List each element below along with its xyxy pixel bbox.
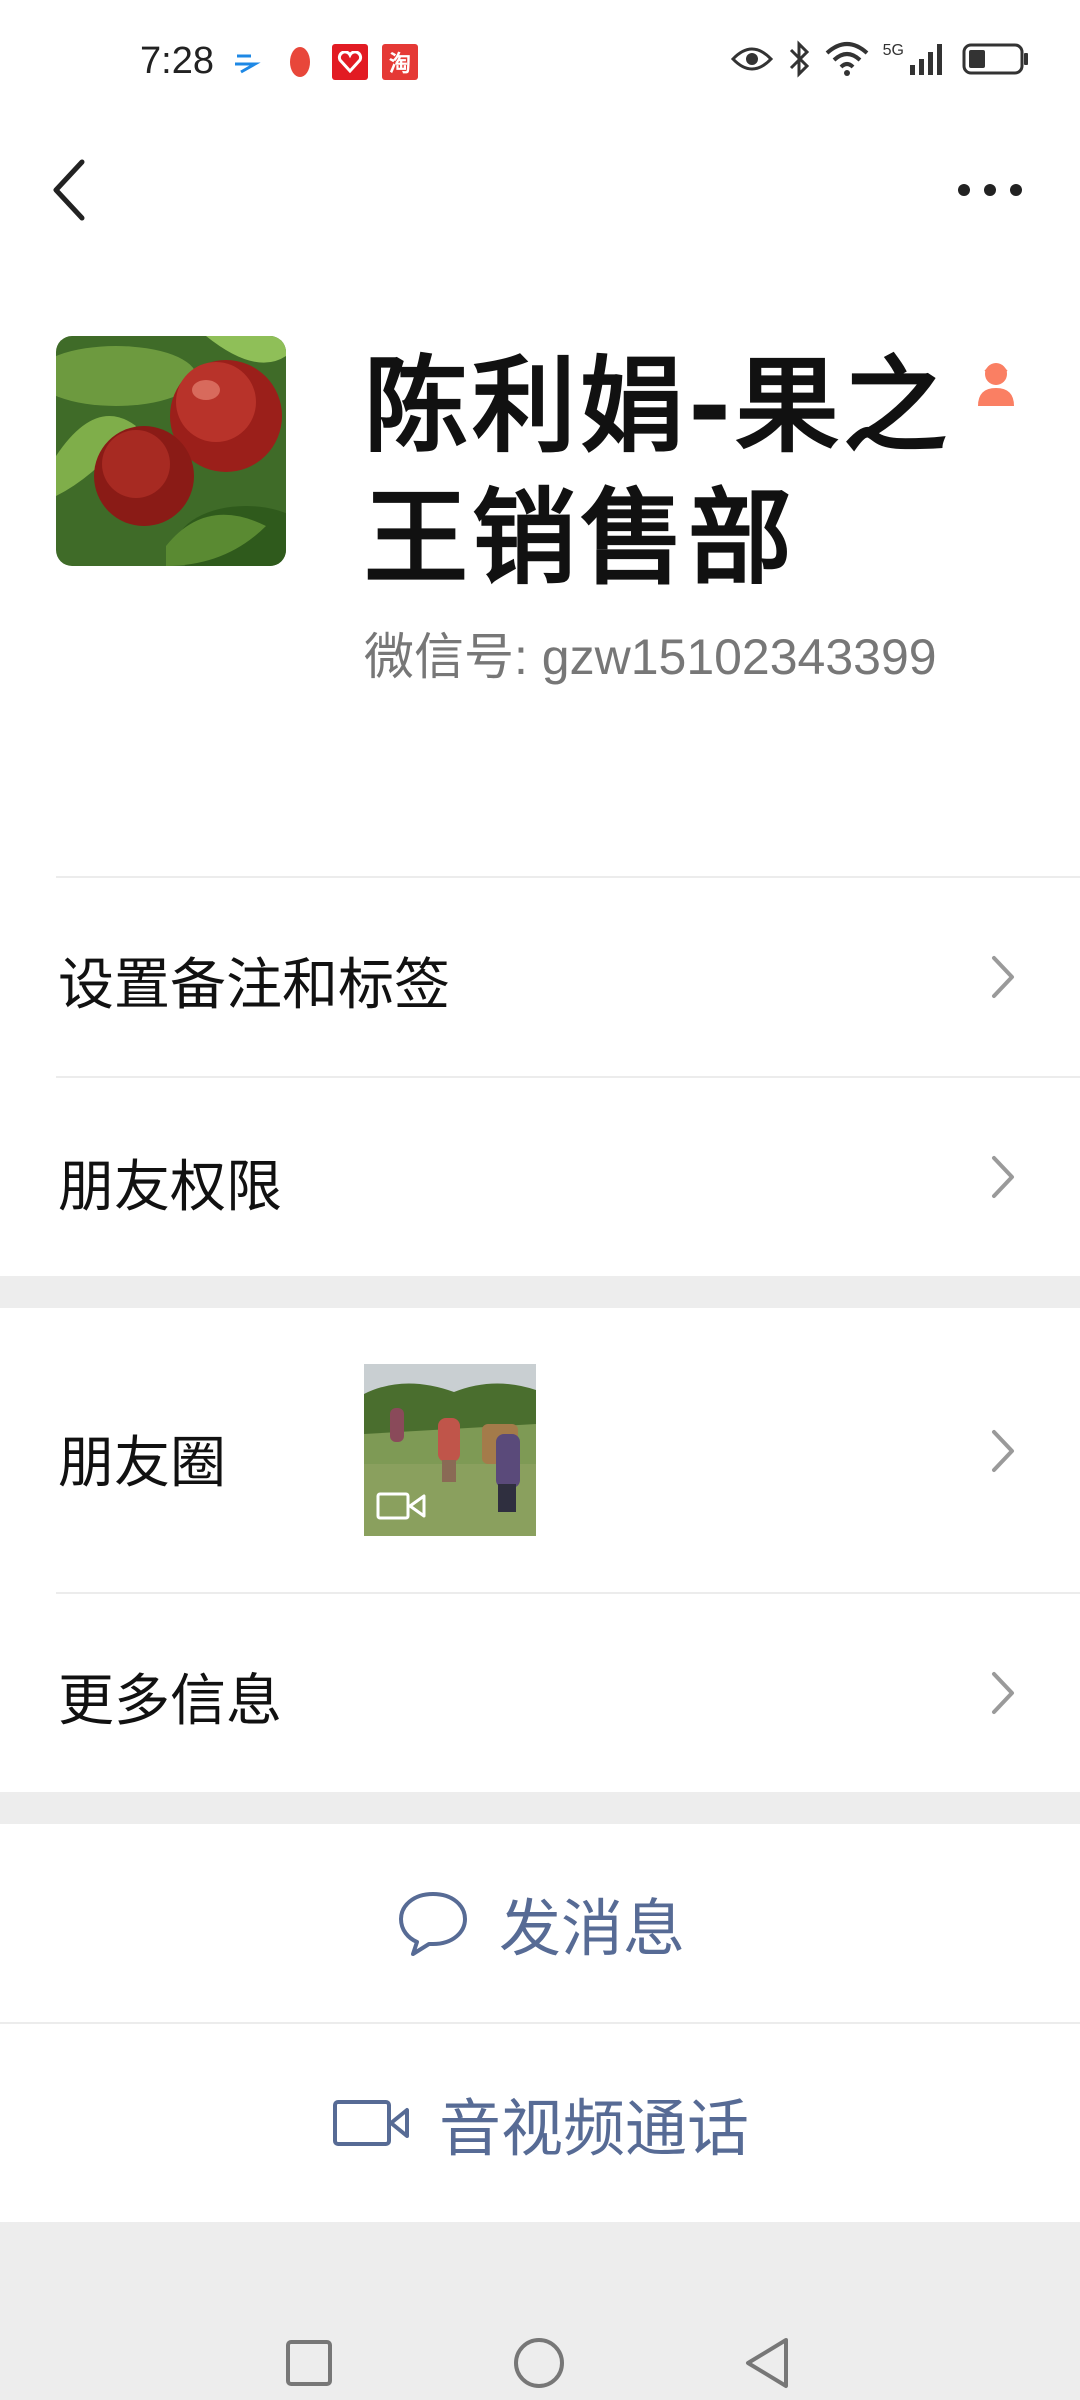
more-dots-icon: [958, 184, 1022, 196]
moments-video-thumbnail[interactable]: [364, 1364, 536, 1536]
chevron-right-icon: [992, 1672, 1014, 1714]
avatar-image: [56, 336, 286, 566]
signal-icon: [910, 44, 942, 75]
status-bar: 7:28 淘 5G: [0, 0, 1080, 130]
home-icon[interactable]: [512, 2336, 566, 2390]
chevron-right-icon: [992, 1156, 1014, 1198]
more-info-row[interactable]: 更多信息: [0, 1594, 1080, 1792]
battery-icon: [962, 43, 1028, 75]
section-gap: [0, 1276, 1080, 1308]
send-message-label: 发消息: [498, 1892, 685, 1965]
send-message-button[interactable]: 发消息: [0, 1824, 1080, 2022]
more-options-button[interactable]: [950, 170, 1030, 210]
chat-bubble-icon: [398, 1892, 467, 1956]
eye-icon: [730, 47, 773, 71]
moments-label: 朋友圈: [58, 1431, 226, 1496]
chevron-right-icon: [992, 956, 1014, 998]
cloud-app-icon: [232, 44, 268, 80]
taobao-icon: 淘: [382, 44, 418, 80]
status-time: 7:28: [140, 40, 214, 82]
moments-row[interactable]: 朋友圈: [0, 1308, 1080, 1592]
network-5g-label: 5G: [882, 42, 904, 59]
female-person-icon: [974, 360, 1018, 408]
back-button[interactable]: [40, 150, 100, 230]
more-info-label: 更多信息: [58, 1669, 282, 1734]
av-call-button[interactable]: 音视频通话: [0, 2024, 1080, 2222]
peach-app-icon: [282, 44, 318, 80]
friend-permissions-row[interactable]: 朋友权限: [0, 1078, 1080, 1276]
bluetooth-icon: [789, 40, 809, 78]
notification-icons: 淘: [232, 44, 418, 80]
section-gap: [0, 1792, 1080, 1824]
recent-apps-icon[interactable]: [284, 2338, 334, 2388]
video-call-icon: [332, 2100, 409, 2146]
wifi-icon: [825, 42, 868, 76]
remark-tags-label: 设置备注和标签: [58, 953, 450, 1018]
system-navigation-bar: [0, 2222, 1080, 2400]
chevron-right-icon: [992, 1430, 1014, 1472]
avatar[interactable]: [56, 336, 286, 566]
back-triangle-icon[interactable]: [742, 2336, 794, 2390]
av-call-label: 音视频通话: [438, 2092, 749, 2165]
friend-permissions-label: 朋友权限: [58, 1155, 282, 1220]
system-status-icons: 5G: [730, 40, 1030, 78]
remark-tags-row[interactable]: 设置备注和标签: [0, 878, 1080, 1076]
wechat-id: 微信号: gzw15102343399: [364, 629, 937, 685]
contact-name: 陈利娟-果之王销售部: [364, 345, 952, 599]
red-app-icon: [332, 44, 368, 80]
chevron-left-icon: [53, 159, 85, 221]
